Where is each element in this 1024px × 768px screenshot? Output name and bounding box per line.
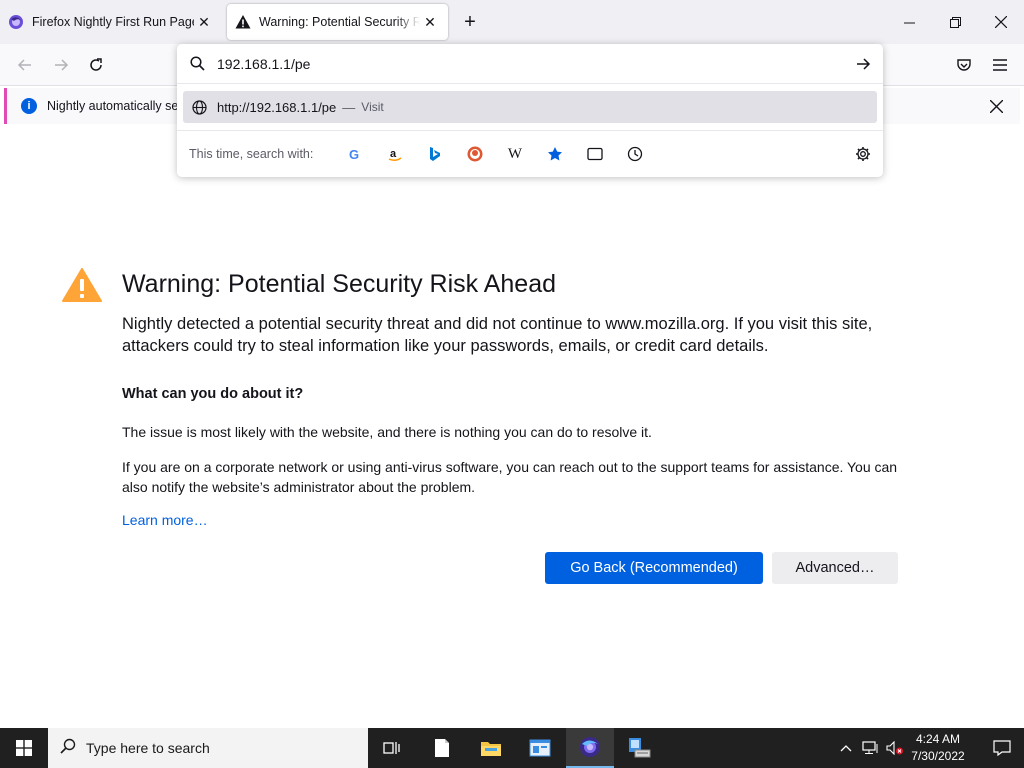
search-with-label: This time, search with: (189, 147, 314, 161)
computer-network-icon (629, 738, 651, 758)
minimize-icon (903, 22, 915, 23)
close-window-button[interactable] (978, 6, 1024, 38)
close-icon[interactable]: ✕ (420, 12, 440, 32)
close-icon[interactable]: ✕ (194, 12, 214, 32)
close-icon (995, 16, 1007, 28)
notification-text: Nightly automatically ser (47, 99, 183, 113)
pocket-button[interactable] (951, 52, 977, 78)
globe-icon (191, 99, 207, 115)
back-arrow-icon (17, 59, 31, 71)
windows-logo-icon (16, 740, 32, 756)
tab-title: Warning: Potential Security Risk Ahead (259, 15, 420, 29)
suggestion-url: http://192.168.1.1/pe (217, 99, 337, 115)
firefox-nightly-icon (580, 737, 600, 757)
notepad-taskbar-button[interactable] (418, 728, 466, 768)
notification-close-button[interactable] (986, 96, 1006, 116)
clock-date: 7/30/2022 (911, 749, 965, 763)
network-app-taskbar-button[interactable] (615, 728, 663, 768)
document-icon (435, 739, 449, 757)
what-can-you-do-heading: What can you do about it? (122, 386, 304, 402)
firefox-nightly-taskbar-button[interactable] (566, 728, 614, 768)
action-center-button[interactable] (980, 728, 1024, 768)
bing-icon[interactable] (425, 144, 445, 164)
restore-button[interactable] (932, 6, 978, 38)
window-app-icon (529, 739, 551, 757)
suggestion-action: Visit (361, 100, 384, 114)
urlbar (177, 44, 883, 84)
amazon-icon[interactable]: a (385, 144, 405, 164)
duckduckgo-icon[interactable] (465, 144, 485, 164)
explanation-paragraph: The issue is most likely with the websit… (122, 424, 652, 440)
back-button[interactable] (10, 50, 40, 80)
task-view-icon (383, 742, 400, 754)
learn-more-link[interactable]: Learn more… (122, 512, 208, 528)
suggestion-separator: — (342, 99, 356, 115)
urlbar-dropdown: http://192.168.1.1/pe — Visit This time,… (177, 44, 883, 177)
folder-icon (481, 742, 501, 756)
google-icon[interactable]: G (344, 144, 364, 164)
pocket-icon (957, 59, 971, 71)
warning-triangle-icon (62, 268, 102, 302)
notification-icon (993, 740, 1011, 756)
forward-button[interactable] (46, 50, 76, 80)
tabs-icon[interactable] (585, 144, 605, 164)
info-icon: i (21, 98, 37, 114)
app-taskbar-button[interactable] (516, 728, 564, 768)
tab-first-run[interactable]: Firefox Nightly First Run Page ✕ (0, 4, 222, 40)
tab-title: Firefox Nightly First Run Page (32, 15, 194, 29)
go-arrow-icon[interactable] (853, 54, 873, 74)
windows-taskbar: Type here to search 4:24 AM 7/30/2022 (0, 728, 1024, 768)
task-view-button[interactable] (368, 728, 416, 768)
network-tray-button[interactable] (862, 740, 880, 756)
taskbar-search-placeholder: Type here to search (86, 740, 210, 756)
tab-security-warning[interactable]: Warning: Potential Security Risk Ahead ✕ (227, 4, 448, 40)
hamburger-menu-icon (993, 59, 1007, 71)
reload-button[interactable] (81, 50, 111, 80)
corporate-network-paragraph: If you are on a corporate network or usi… (122, 459, 898, 495)
system-clock[interactable]: 4:24 AM 7/30/2022 (900, 731, 976, 765)
network-monitor-icon (862, 741, 878, 754)
start-button[interactable] (0, 728, 48, 768)
file-explorer-button[interactable] (467, 728, 515, 768)
warning-icon (235, 14, 251, 30)
wikipedia-icon[interactable]: W (505, 144, 525, 164)
tab-strip: Firefox Nightly First Run Page ✕ Warning… (0, 0, 1024, 44)
restore-icon (949, 16, 961, 28)
clock-time: 4:24 AM (915, 732, 961, 746)
minimize-button[interactable] (886, 6, 932, 38)
menu-button[interactable] (987, 52, 1013, 78)
new-tab-button[interactable]: + (458, 10, 482, 34)
forward-arrow-icon (55, 59, 69, 71)
error-intro: Nightly detected a potential security th… (122, 315, 873, 355)
firefox-nightly-icon (8, 14, 24, 30)
url-suggestion-row[interactable]: http://192.168.1.1/pe — Visit (183, 91, 877, 123)
page-title: Warning: Potential Security Risk Ahead (122, 270, 557, 298)
reload-icon (90, 58, 102, 71)
gear-icon[interactable] (853, 144, 873, 164)
one-off-search-bar: This time, search with: (177, 130, 883, 177)
go-back-button[interactable]: Go Back (Recommended) (545, 552, 763, 584)
show-hidden-icons-button[interactable] (838, 740, 854, 756)
chevron-up-icon (840, 745, 852, 752)
search-icon (60, 738, 76, 759)
close-icon (989, 99, 1003, 113)
bookmarks-icon[interactable] (545, 144, 565, 164)
url-input[interactable] (217, 55, 817, 72)
history-icon[interactable] (625, 144, 645, 164)
advanced-button[interactable]: Advanced… (772, 552, 898, 584)
taskbar-search-box[interactable]: Type here to search (48, 728, 368, 768)
search-icon (187, 56, 207, 71)
svg-text:a: a (390, 148, 397, 160)
